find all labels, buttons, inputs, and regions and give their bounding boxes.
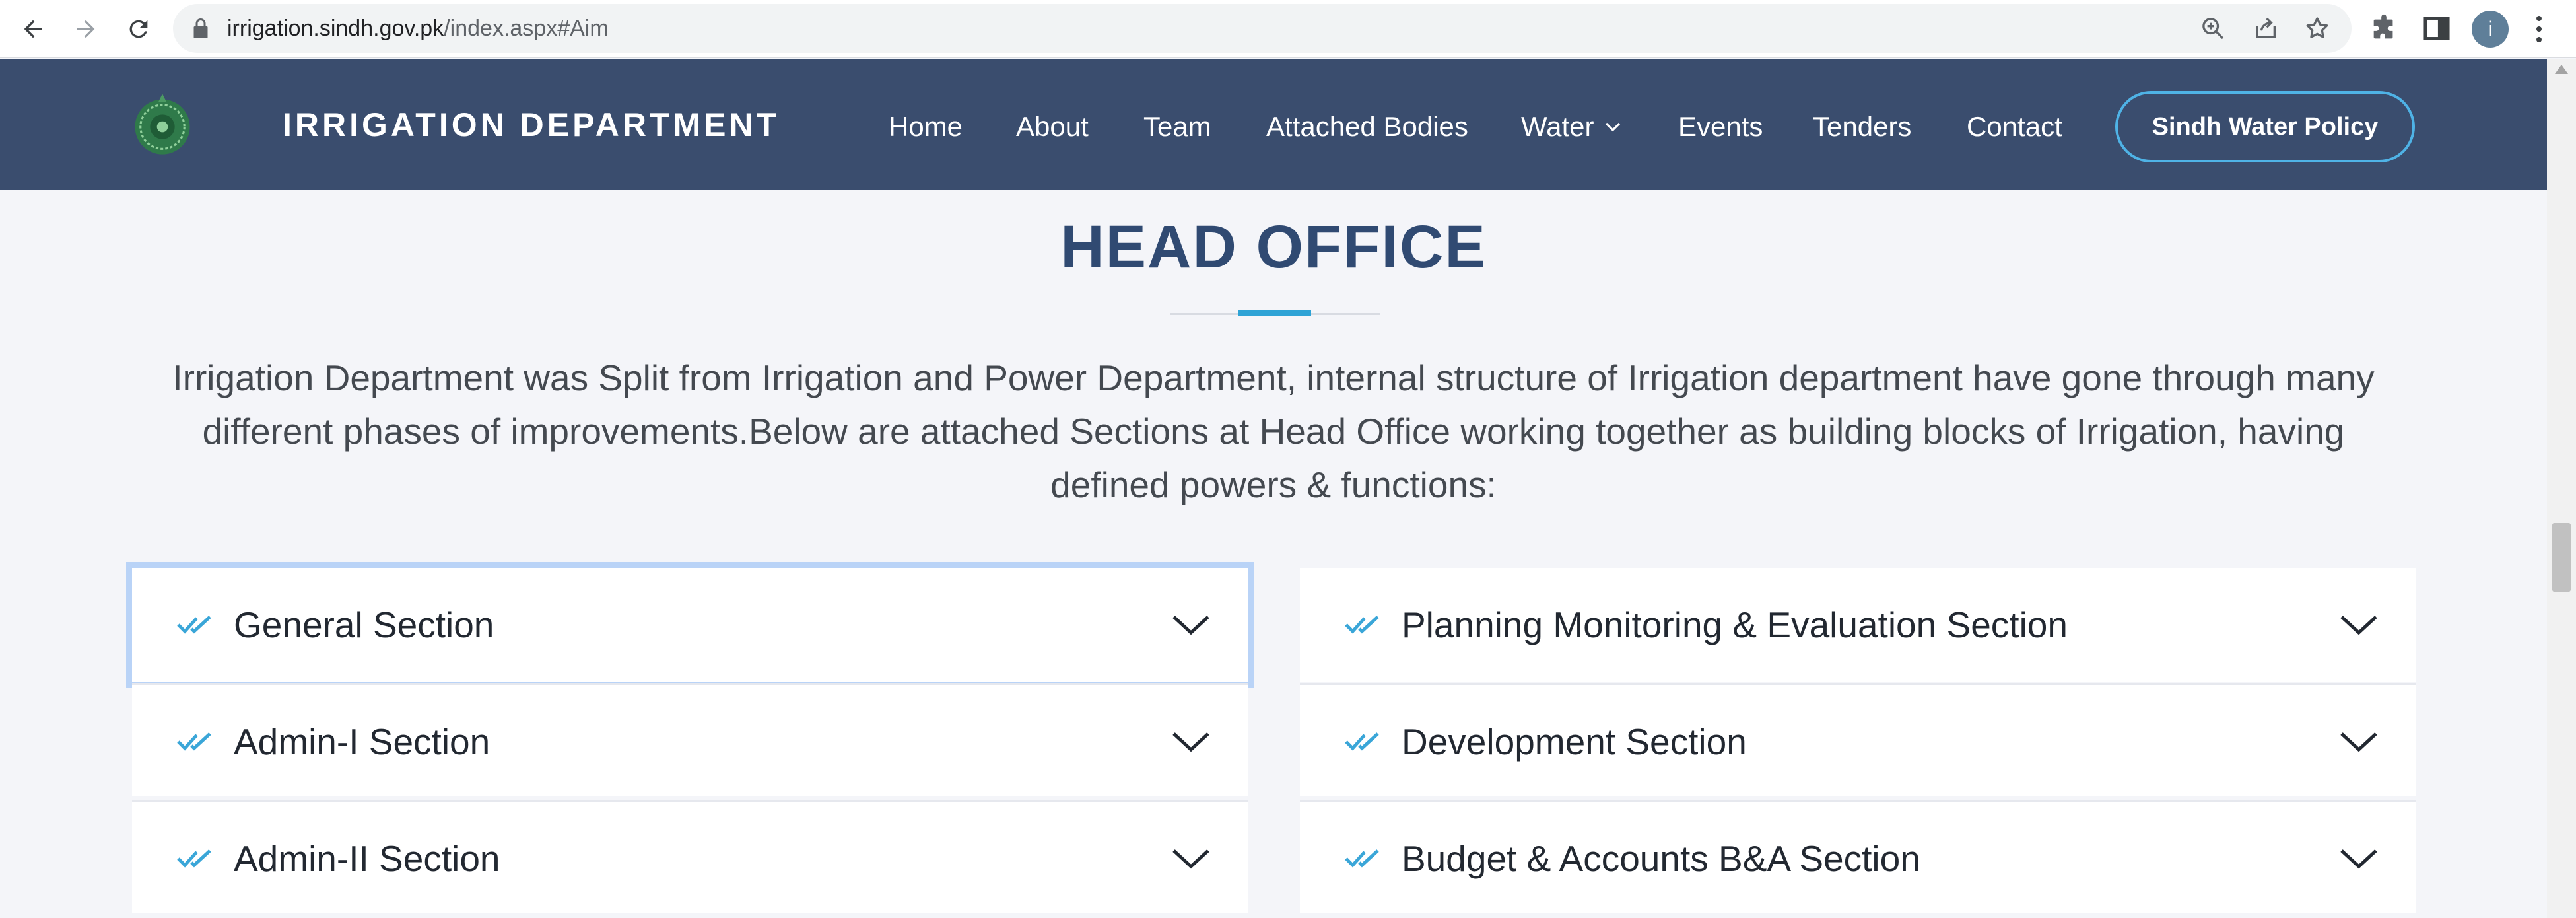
extensions-puzzle-icon[interactable]: [2369, 13, 2399, 44]
scroll-up-arrow-icon[interactable]: [2555, 65, 2568, 74]
accordion-budget-accounts-section[interactable]: Budget & Accounts B&A Section: [1300, 800, 2416, 913]
sindh-government-emblem-icon[interactable]: [128, 90, 197, 161]
double-check-icon: [1345, 616, 1379, 634]
browser-toolbar: irrigation.sindh.gov.pk/index.aspx#Aim i: [0, 0, 2576, 58]
chevron-down-icon[interactable]: [1170, 841, 1212, 876]
accordion-label: Budget & Accounts B&A Section: [1402, 838, 1920, 879]
site-header: IRRIGATION DEPARTMENT Home About Team At…: [0, 59, 2547, 190]
accordion-admin-i-section[interactable]: Admin-I Section: [132, 683, 1248, 796]
double-check-icon: [177, 616, 211, 634]
page-scrollbar[interactable]: [2547, 59, 2576, 918]
accordion-label: Admin-I Section: [234, 721, 491, 762]
profile-avatar[interactable]: i: [2472, 11, 2509, 48]
nav-events[interactable]: Events: [1678, 111, 1763, 143]
url-text: irrigation.sindh.gov.pk/index.aspx#Aim: [227, 16, 609, 42]
accordion-label: Planning Monitoring & Evaluation Section: [1402, 604, 2068, 645]
forward-arrow-icon: [77, 20, 95, 38]
accordion-label: Admin-II Section: [234, 838, 500, 879]
chevron-down-icon: [1606, 122, 1621, 132]
accordion-admin-ii-section[interactable]: Admin-II Section: [132, 800, 1248, 913]
bookmark-star-icon[interactable]: [2304, 15, 2330, 42]
forward-button[interactable]: [65, 8, 107, 50]
accordion-general-section[interactable]: General Section: [132, 568, 1248, 682]
scrollbar-thumb[interactable]: [2552, 523, 2571, 592]
nav-about[interactable]: About: [1016, 111, 1089, 143]
accordion-planning-monitoring-evaluation-section[interactable]: Planning Monitoring & Evaluation Section: [1300, 568, 2416, 682]
sindh-water-policy-button[interactable]: Sindh Water Policy: [2115, 91, 2415, 162]
url-path: /index.aspx#Aim: [444, 16, 609, 41]
section-heading: HEAD OFFICE: [1060, 213, 1487, 281]
accordion-label: Development Section: [1402, 721, 1747, 762]
chevron-down-icon[interactable]: [2338, 724, 2380, 759]
address-bar[interactable]: irrigation.sindh.gov.pk/index.aspx#Aim: [173, 4, 2352, 53]
nav-water-label: Water: [1521, 111, 1594, 142]
accordion-development-section[interactable]: Development Section: [1300, 683, 2416, 796]
chevron-down-icon[interactable]: [1170, 608, 1212, 642]
heading-divider-accent: [1238, 310, 1311, 316]
nav-tenders[interactable]: Tenders: [1813, 111, 1911, 143]
zoom-icon[interactable]: [2200, 15, 2226, 42]
back-button[interactable]: [12, 8, 54, 50]
chevron-down-icon[interactable]: [2338, 608, 2380, 642]
chevron-down-icon[interactable]: [2338, 841, 2380, 876]
nav-attached-bodies[interactable]: Attached Bodies: [1266, 111, 1468, 143]
intro-paragraph: Irrigation Department was Split from Irr…: [172, 357, 2375, 505]
lock-icon: [193, 18, 208, 38]
double-check-icon: [1345, 849, 1379, 868]
side-panel-icon[interactable]: [2422, 13, 2452, 44]
nav-home[interactable]: Home: [889, 111, 963, 143]
share-icon[interactable]: [2253, 15, 2279, 42]
reload-icon: [129, 20, 148, 38]
double-check-icon: [177, 849, 211, 868]
site-title[interactable]: IRRIGATION DEPARTMENT: [283, 106, 780, 144]
chevron-down-icon[interactable]: [1170, 724, 1212, 759]
reload-button[interactable]: [118, 8, 160, 50]
nav-water[interactable]: Water: [1521, 111, 1623, 143]
double-check-icon: [1345, 732, 1379, 751]
browser-menu-icon[interactable]: [2526, 9, 2552, 49]
accordion-label: General Section: [234, 604, 494, 645]
nav-contact[interactable]: Contact: [1967, 111, 2062, 143]
back-arrow-icon: [24, 20, 42, 38]
double-check-icon: [177, 732, 211, 751]
nav-team[interactable]: Team: [1143, 111, 1211, 143]
url-domain: irrigation.sindh.gov.pk: [227, 16, 444, 41]
